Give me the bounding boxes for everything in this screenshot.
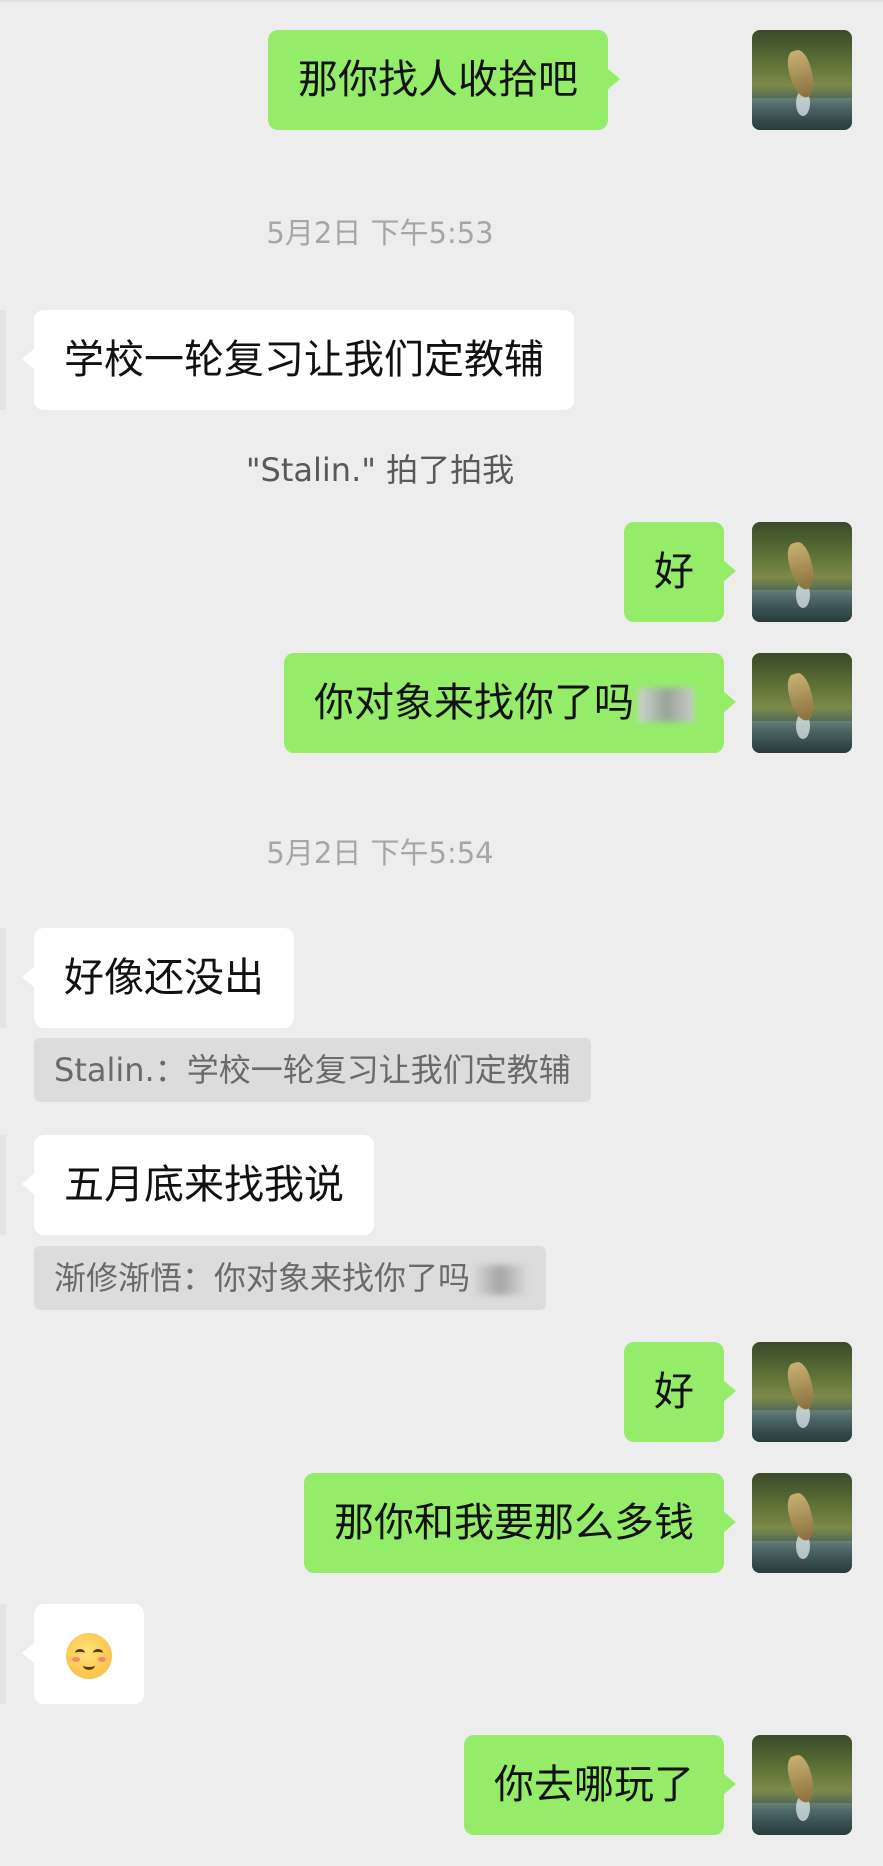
my-avatar[interactable] <box>752 30 852 130</box>
my-avatar[interactable] <box>752 653 852 753</box>
pat-notice: "Stalin." 拍了拍我 <box>245 451 515 489</box>
quoted-reply[interactable]: Stalin.：学校一轮复习让我们定教辅 <box>34 1038 591 1102</box>
message-text: 那你找人收拾吧 <box>298 57 578 103</box>
redacted-text <box>638 688 694 722</box>
quote-text: 渐修渐悟：你对象来找你了吗 <box>54 1259 471 1297</box>
message-text: 你去哪玩了 <box>494 1762 694 1808</box>
timestamp: 5月2日 下午5:53 <box>266 216 494 250</box>
outgoing-message[interactable]: 那你和我要那么多钱 <box>304 1473 736 1573</box>
contact-avatar-edge[interactable] <box>0 310 6 410</box>
my-avatar[interactable] <box>752 1473 852 1573</box>
message-text: 学校一轮复习让我们定教辅 <box>64 337 544 383</box>
contact-avatar-edge[interactable] <box>0 1135 6 1235</box>
my-avatar[interactable] <box>752 1735 852 1835</box>
outgoing-message[interactable]: 好 <box>624 1342 736 1442</box>
message-text: 五月底来找我说 <box>64 1162 344 1208</box>
contact-avatar-edge[interactable] <box>0 928 6 1028</box>
message-text: 你对象来找你了吗 <box>314 680 634 726</box>
incoming-message[interactable] <box>22 1604 144 1704</box>
timestamp: 5月2日 下午5:54 <box>266 836 494 870</box>
shy-smile-emoji-icon <box>66 1633 112 1679</box>
outgoing-message[interactable]: 你去哪玩了 <box>464 1735 736 1835</box>
my-avatar[interactable] <box>752 522 852 622</box>
incoming-message[interactable]: 学校一轮复习让我们定教辅 <box>22 310 574 410</box>
quoted-reply[interactable]: 渐修渐悟：你对象来找你了吗 <box>34 1246 547 1310</box>
top-divider <box>0 0 883 2</box>
message-text: 那你和我要那么多钱 <box>334 1500 694 1546</box>
outgoing-message[interactable]: 好 <box>624 522 736 622</box>
message-text: 好 <box>654 1369 694 1415</box>
incoming-message[interactable]: 五月底来找我说 <box>22 1135 374 1235</box>
incoming-message[interactable]: 好像还没出 <box>22 928 294 1028</box>
outgoing-message[interactable]: 你对象来找你了吗 <box>284 653 736 753</box>
message-text: 好 <box>654 549 694 595</box>
redacted-text <box>474 1265 527 1295</box>
message-text: 好像还没出 <box>64 955 264 1001</box>
outgoing-message[interactable]: 那你找人收拾吧 <box>268 30 620 130</box>
contact-avatar-edge[interactable] <box>0 1604 6 1704</box>
my-avatar[interactable] <box>752 1342 852 1442</box>
